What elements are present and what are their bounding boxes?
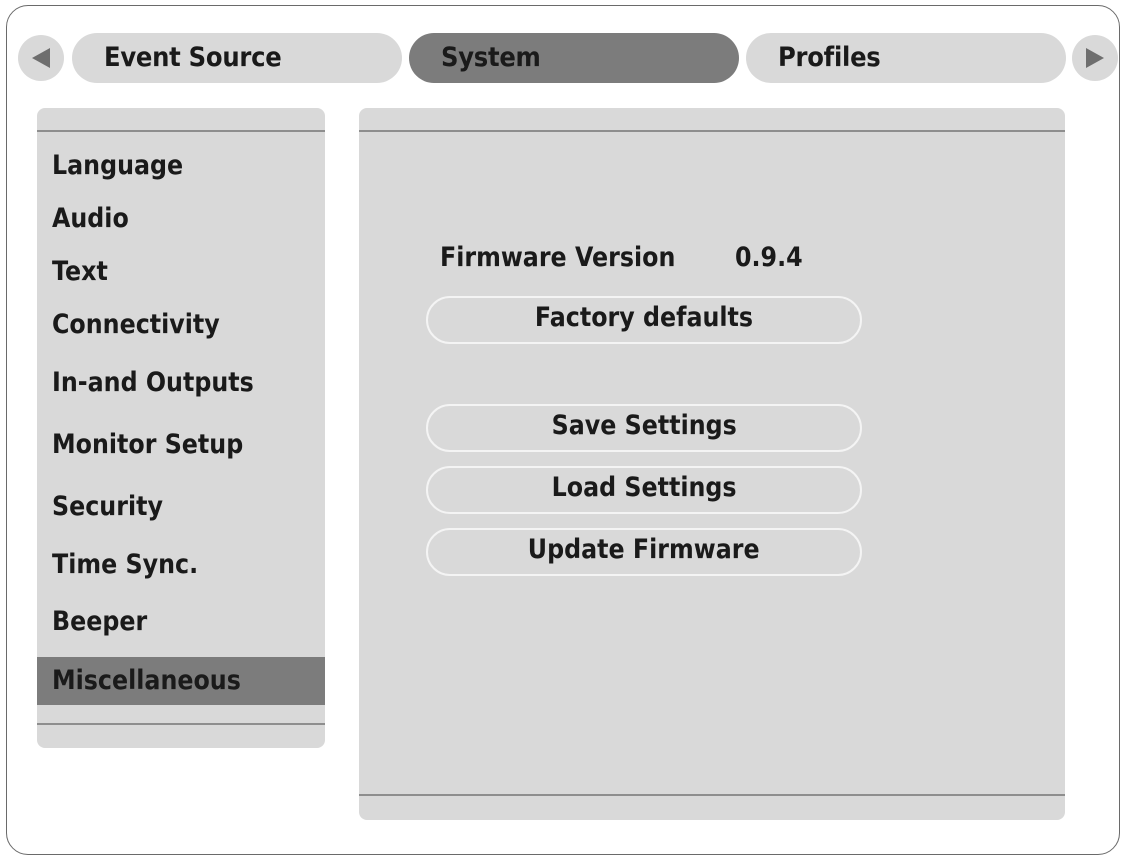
divider <box>359 794 1065 796</box>
firmware-version-row: Firmware Version 0.9.4 <box>440 236 812 280</box>
sidebar-item-label: In-and Outputs <box>52 367 254 398</box>
tab-profiles[interactable]: Profiles <box>746 33 1066 83</box>
sidebar-item-audio[interactable]: Audio <box>37 195 325 243</box>
sidebar-item-language[interactable]: Language <box>37 142 325 190</box>
sidebar-item-label: Connectivity <box>52 309 220 340</box>
sidebar-item-label: Security <box>52 491 163 522</box>
button-label: Update Firmware <box>528 534 760 565</box>
sidebar-item-connectivity[interactable]: Connectivity <box>37 301 325 349</box>
tab-event-source[interactable]: Event Source <box>72 33 402 83</box>
settings-sidebar: Language Audio Text Connectivity In-and … <box>37 108 325 748</box>
miscellaneous-panel: Firmware Version 0.9.4 Factory defaults S… <box>359 108 1065 820</box>
prev-tab-button[interactable] <box>18 35 64 81</box>
sidebar-item-security[interactable]: Security <box>37 483 325 531</box>
sidebar-item-miscellaneous[interactable]: Miscellaneous <box>37 657 325 705</box>
button-label: Save Settings <box>551 410 737 441</box>
sidebar-item-label: Monitor Setup <box>52 429 244 460</box>
button-label: Load Settings <box>551 472 737 503</box>
tab-label: System <box>441 42 541 73</box>
sidebar-item-beeper[interactable]: Beeper <box>37 598 325 646</box>
button-label: Factory defaults <box>534 302 754 333</box>
sidebar-item-label: Miscellaneous <box>52 665 241 696</box>
load-settings-button[interactable]: Load Settings <box>426 466 862 514</box>
factory-defaults-button[interactable]: Factory defaults <box>426 296 862 344</box>
divider <box>37 723 325 725</box>
arrow-left-icon <box>32 48 50 68</box>
save-settings-button[interactable]: Save Settings <box>426 404 862 452</box>
tab-system[interactable]: System <box>409 33 739 83</box>
sidebar-item-time-sync[interactable]: Time Sync. <box>37 541 325 589</box>
sidebar-item-label: Audio <box>52 203 129 234</box>
update-firmware-button[interactable]: Update Firmware <box>426 528 862 576</box>
sidebar-item-text[interactable]: Text <box>37 248 325 296</box>
arrow-right-icon <box>1086 48 1104 68</box>
sidebar-item-label: Language <box>52 150 184 181</box>
firmware-version-label: Firmware Version <box>440 242 676 273</box>
sidebar-item-label: Time Sync. <box>52 549 199 580</box>
tab-label: Profiles <box>778 42 881 73</box>
next-tab-button[interactable] <box>1072 35 1118 81</box>
divider <box>359 130 1065 132</box>
sidebar-item-monitor-setup[interactable]: Monitor Setup <box>37 421 325 469</box>
firmware-version-value: 0.9.4 <box>735 242 804 273</box>
sidebar-item-label: Beeper <box>52 606 148 637</box>
divider <box>37 130 325 132</box>
tab-label: Event Source <box>104 42 282 73</box>
sidebar-item-label: Text <box>52 256 108 287</box>
sidebar-item-in-and-outputs[interactable]: In-and Outputs <box>37 359 325 407</box>
